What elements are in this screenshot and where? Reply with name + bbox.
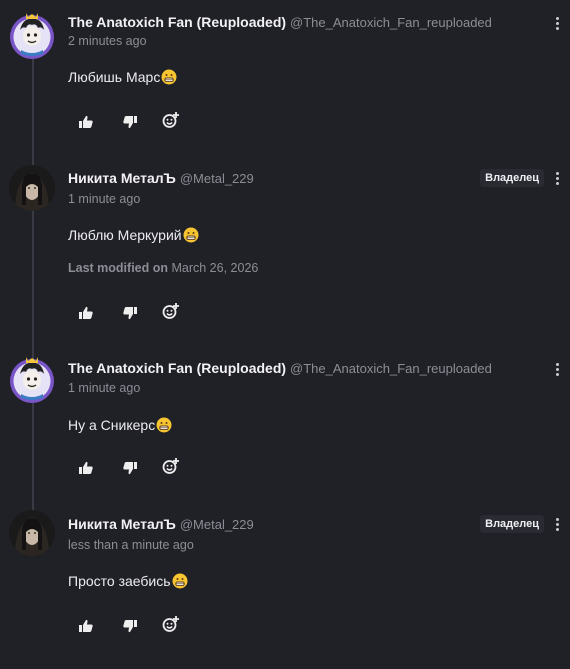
owner-badge: Владелец	[480, 515, 544, 533]
last-modified-date: March 26, 2026	[171, 261, 259, 275]
more-options-icon[interactable]	[553, 361, 561, 379]
comment-body: Ну а Сникерс	[68, 417, 172, 436]
comment: Никита МеталЪ @Metal_229 Владелец less th…	[0, 510, 570, 645]
comment-text: Ну а Сникерс	[68, 417, 156, 433]
avatar[interactable]	[9, 510, 55, 556]
thumbs-up-icon[interactable]	[78, 305, 96, 323]
last-modified-label: Last modified on	[68, 261, 168, 275]
timestamp[interactable]: 1 minute ago	[68, 381, 140, 395]
comment-text: Люблю Меркурий	[68, 227, 182, 243]
comment-header: Никита МеталЪ @Metal_229	[68, 169, 254, 188]
add-reaction-icon[interactable]	[162, 615, 180, 633]
author-name[interactable]: The Anatoxich Fan (Reuploaded)	[68, 14, 286, 30]
grinning-face-emoji-icon	[172, 573, 188, 592]
timestamp[interactable]: 1 minute ago	[68, 192, 140, 206]
comment-text: Любишь Марс	[68, 69, 161, 85]
avatar[interactable]	[9, 165, 55, 211]
more-options-icon[interactable]	[553, 15, 561, 33]
more-options-icon[interactable]	[553, 170, 561, 188]
add-reaction-icon[interactable]	[162, 302, 180, 320]
author-name[interactable]: The Anatoxich Fan (Reuploaded)	[68, 360, 286, 376]
thumbs-down-icon[interactable]	[122, 114, 140, 132]
comment: The Anatoxich Fan (Reuploaded) @The_Anato…	[0, 357, 570, 489]
timestamp[interactable]: less than a minute ago	[68, 538, 194, 552]
thumbs-up-icon[interactable]	[78, 460, 96, 478]
author-handle[interactable]: @The_Anatoxich_Fan_reuploaded	[290, 361, 492, 376]
thumbs-down-icon[interactable]	[122, 618, 140, 636]
thumbs-up-icon[interactable]	[78, 114, 96, 132]
thumbs-down-icon[interactable]	[122, 305, 140, 323]
grinning-face-emoji-icon	[156, 417, 172, 436]
comment-body: Люблю Меркурий	[68, 227, 199, 246]
grinning-face-emoji-icon	[183, 227, 199, 246]
photo-avatar	[9, 510, 55, 556]
thumbs-down-icon[interactable]	[122, 460, 140, 478]
author-handle[interactable]: @Metal_229	[180, 171, 254, 186]
cartoon-avatar-icon	[10, 13, 54, 59]
author-handle[interactable]: @Metal_229	[180, 517, 254, 532]
comment-body: Любишь Марс	[68, 69, 177, 88]
owner-badge: Владелец	[480, 169, 544, 187]
author-name[interactable]: Никита МеталЪ	[68, 516, 176, 532]
author-name[interactable]: Никита МеталЪ	[68, 170, 176, 186]
comment-header: The Anatoxich Fan (Reuploaded) @The_Anato…	[68, 359, 492, 378]
avatar[interactable]	[9, 352, 55, 403]
last-modified: Last modified on March 26, 2026	[68, 261, 258, 275]
add-reaction-icon[interactable]	[162, 457, 180, 475]
cartoon-avatar-icon	[10, 357, 54, 403]
author-handle[interactable]: @The_Anatoxich_Fan_reuploaded	[290, 15, 492, 30]
comment-body: Просто заебись	[68, 573, 188, 592]
comment: Никита МеталЪ @Metal_229 Владелец 1 minut…	[0, 165, 570, 339]
comment: The Anatoxich Fan (Reuploaded) @The_Anato…	[0, 13, 570, 143]
timestamp[interactable]: 2 minutes ago	[68, 34, 147, 48]
more-options-icon[interactable]	[553, 516, 561, 534]
comment-text: Просто заебись	[68, 573, 171, 589]
photo-avatar	[9, 165, 55, 211]
comment-header: The Anatoxich Fan (Reuploaded) @The_Anato…	[68, 13, 492, 32]
add-reaction-icon[interactable]	[162, 111, 180, 129]
grinning-face-emoji-icon	[161, 69, 177, 88]
avatar[interactable]	[9, 8, 55, 59]
comment-header: Никита МеталЪ @Metal_229	[68, 515, 254, 534]
thumbs-up-icon[interactable]	[78, 618, 96, 636]
